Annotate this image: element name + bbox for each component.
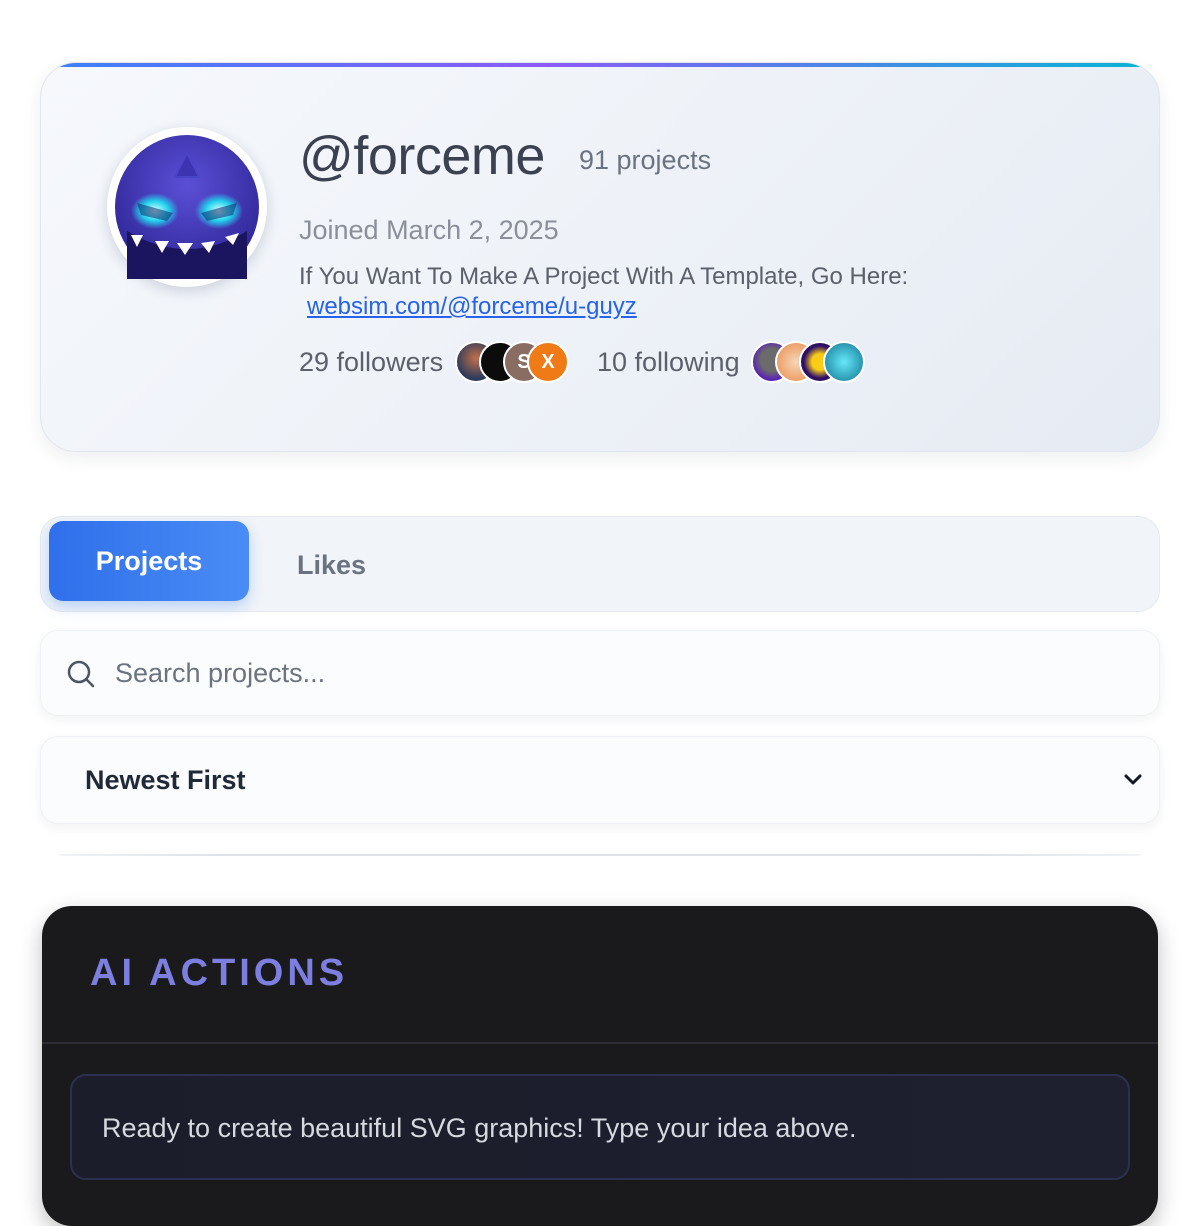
profile-accent-bar [41, 63, 1159, 67]
ai-panel-divider [42, 1042, 1158, 1044]
follower-avatar[interactable]: X [527, 341, 569, 383]
sort-dropdown[interactable]: Newest First [40, 736, 1160, 824]
following-count[interactable]: 10 following [597, 347, 740, 378]
search-icon [67, 660, 95, 688]
search-input[interactable] [115, 631, 1115, 715]
tab-projects[interactable]: Projects [49, 521, 249, 601]
profile-avatar[interactable] [107, 127, 267, 287]
profile-username: @forceme [299, 126, 545, 186]
following-avatars[interactable] [751, 341, 867, 383]
project-count: 91 projects [579, 145, 712, 175]
ai-status-box: Ready to create beautiful SVG graphics! … [70, 1074, 1130, 1180]
section-divider [60, 854, 1140, 856]
following-avatar[interactable] [823, 341, 865, 383]
chevron-down-icon [1124, 774, 1142, 785]
follower-avatars[interactable]: S X [455, 341, 571, 383]
profile-card: @forceme 91 projects Joined March 2, 202… [40, 62, 1160, 452]
tab-likes[interactable]: Likes [297, 521, 366, 609]
profile-tabs: Projects Likes [40, 516, 1160, 612]
search-bar [40, 630, 1160, 716]
monster-face-icon [115, 135, 259, 279]
sort-selected-label: Newest First [85, 765, 246, 795]
ai-status-text: Ready to create beautiful SVG graphics! … [102, 1113, 857, 1143]
joined-date: Joined March 2, 2025 [299, 215, 559, 245]
profile-bio: If You Want To Make A Project With A Tem… [299, 263, 909, 290]
ai-actions-title: AI ACTIONS [90, 952, 349, 994]
ai-actions-panel: AI ACTIONS Ready to create beautiful SVG… [42, 906, 1158, 1226]
bio-link[interactable]: websim.com/@forceme/u-guyz [307, 293, 637, 321]
followers-count[interactable]: 29 followers [299, 347, 443, 378]
